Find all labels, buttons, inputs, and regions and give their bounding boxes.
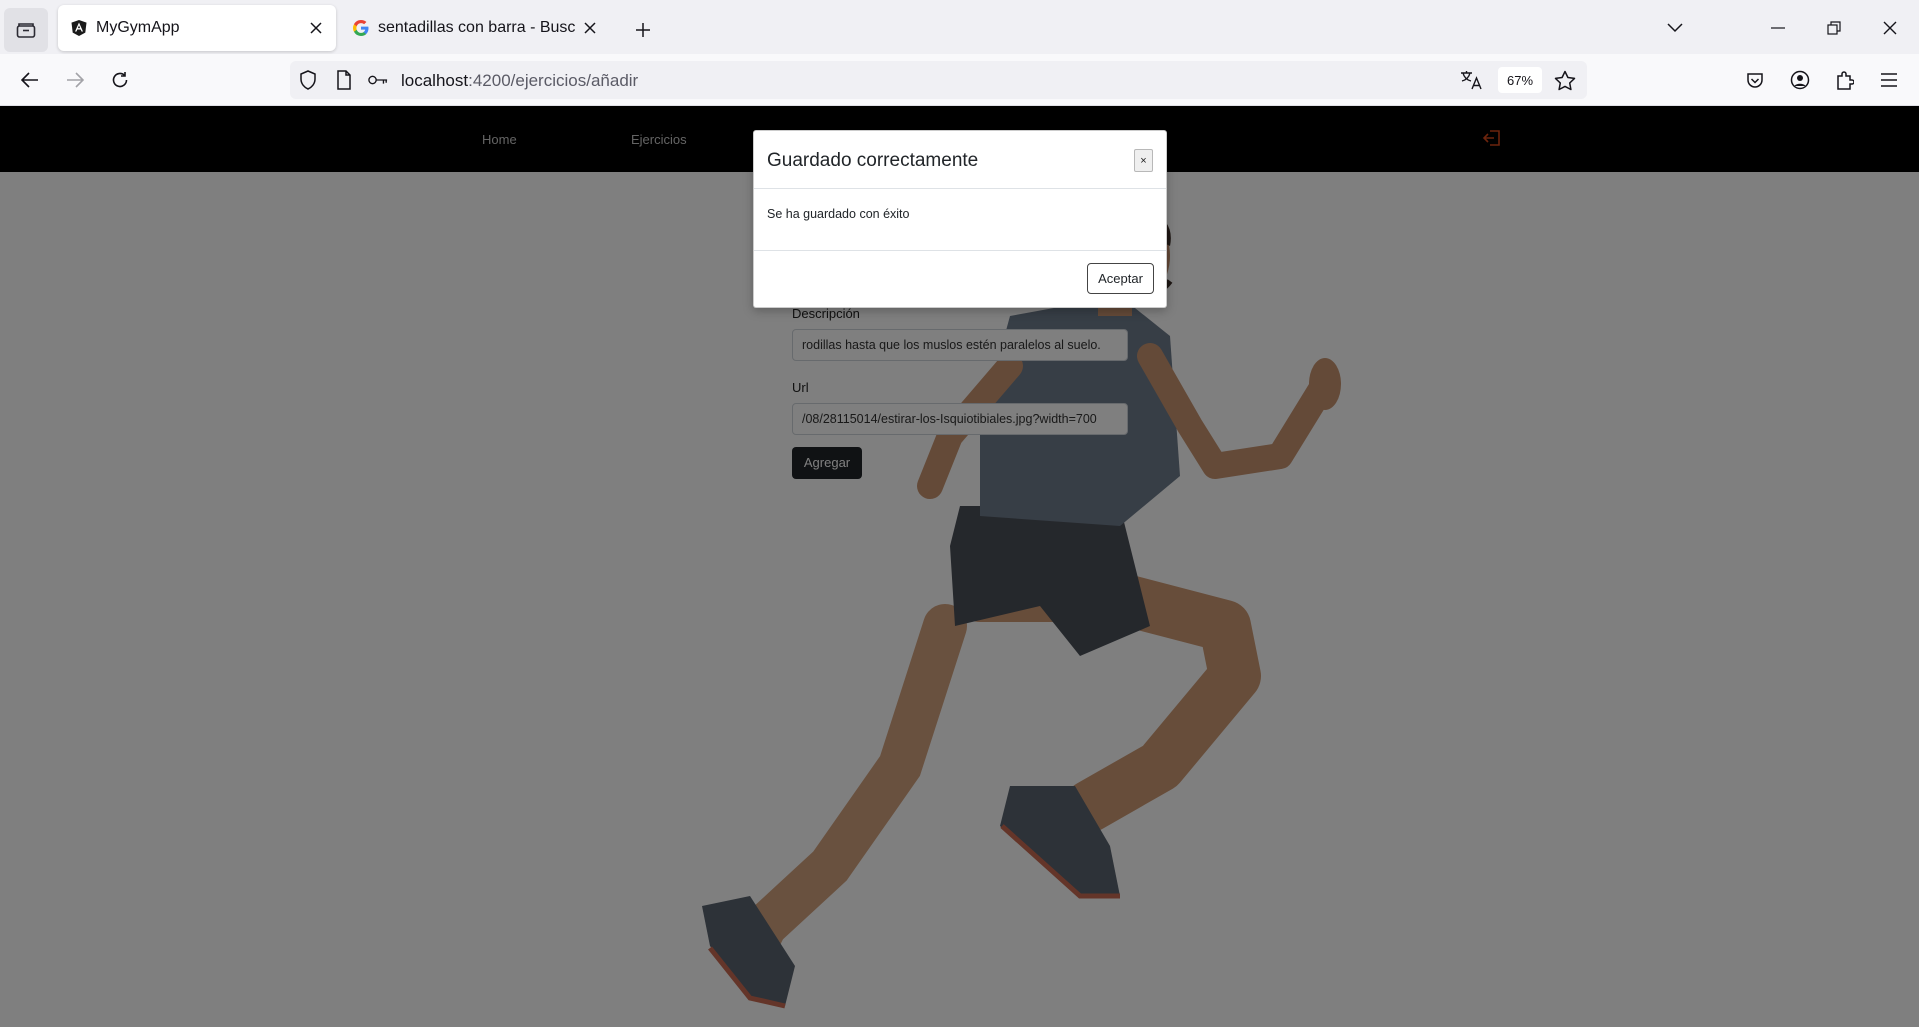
browser-tab-bar: MyGymApp sentadillas con barra - Buscar …	[0, 0, 1919, 54]
key-icon[interactable]	[368, 70, 388, 90]
browser-toolbar: localhost:4200/ejercicios/añadir 67%	[0, 54, 1919, 106]
zoom-level-button[interactable]: 67%	[1498, 67, 1542, 93]
arrow-left-icon	[21, 72, 38, 88]
success-modal: Guardado correctamente × Se ha guardado …	[753, 130, 1167, 308]
puzzle-icon	[1837, 71, 1854, 90]
restore-button[interactable]	[1816, 12, 1852, 44]
list-all-tabs-button[interactable]	[1657, 12, 1693, 44]
modal-body: Se ha guardado con éxito	[754, 189, 1166, 251]
url-text[interactable]: localhost:4200/ejercicios/añadir	[401, 71, 638, 91]
shield-icon[interactable]	[298, 70, 318, 90]
close-tab-icon[interactable]	[576, 14, 604, 42]
plus-icon	[636, 23, 650, 37]
angular-icon	[71, 20, 87, 36]
folder-icon	[16, 23, 36, 38]
tab-title: MyGymApp	[96, 19, 180, 36]
tab-title: sentadillas con barra - Buscar co	[378, 19, 576, 36]
reload-button[interactable]	[102, 64, 138, 96]
menu-button[interactable]	[1873, 64, 1905, 96]
modal-message: Se ha guardado con éxito	[767, 207, 910, 221]
reload-icon	[112, 72, 128, 88]
tab-mygymapp[interactable]: MyGymApp	[58, 5, 336, 51]
tab-list-button[interactable]	[4, 8, 48, 52]
url-host: localhost	[401, 71, 469, 90]
modal-close-button[interactable]: ×	[1134, 149, 1153, 172]
modal-footer: Aceptar	[754, 251, 1166, 307]
aceptar-button[interactable]: Aceptar	[1087, 263, 1154, 294]
pocket-icon	[1747, 72, 1763, 88]
extensions-button[interactable]	[1829, 64, 1861, 96]
page-info-icon[interactable]	[334, 70, 354, 90]
url-bar[interactable]: localhost:4200/ejercicios/añadir 67%	[290, 61, 1587, 99]
bookmark-star-icon[interactable]	[1554, 69, 1576, 91]
chevron-down-icon	[1667, 23, 1683, 33]
google-icon	[353, 20, 369, 36]
close-window-button[interactable]	[1872, 12, 1908, 44]
close-tab-icon[interactable]	[302, 14, 330, 42]
forward-button[interactable]	[57, 64, 93, 96]
minimize-button[interactable]	[1760, 12, 1796, 44]
restore-icon	[1827, 21, 1841, 35]
modal-title: Guardado correctamente	[767, 150, 979, 171]
arrow-right-icon	[67, 72, 84, 88]
account-icon	[1790, 70, 1810, 90]
modal-header: Guardado correctamente ×	[754, 131, 1166, 189]
pocket-button[interactable]	[1739, 64, 1771, 96]
url-path: :4200/ejercicios/añadir	[468, 71, 639, 90]
tab-google-search[interactable]: sentadillas con barra - Buscar co	[340, 5, 610, 51]
close-icon	[1883, 21, 1897, 35]
back-button[interactable]	[12, 64, 48, 96]
minimize-icon	[1771, 27, 1785, 29]
account-button[interactable]	[1784, 64, 1816, 96]
translate-icon[interactable]	[1460, 69, 1484, 91]
new-tab-button[interactable]	[627, 14, 659, 46]
hamburger-menu-icon	[1881, 73, 1897, 87]
